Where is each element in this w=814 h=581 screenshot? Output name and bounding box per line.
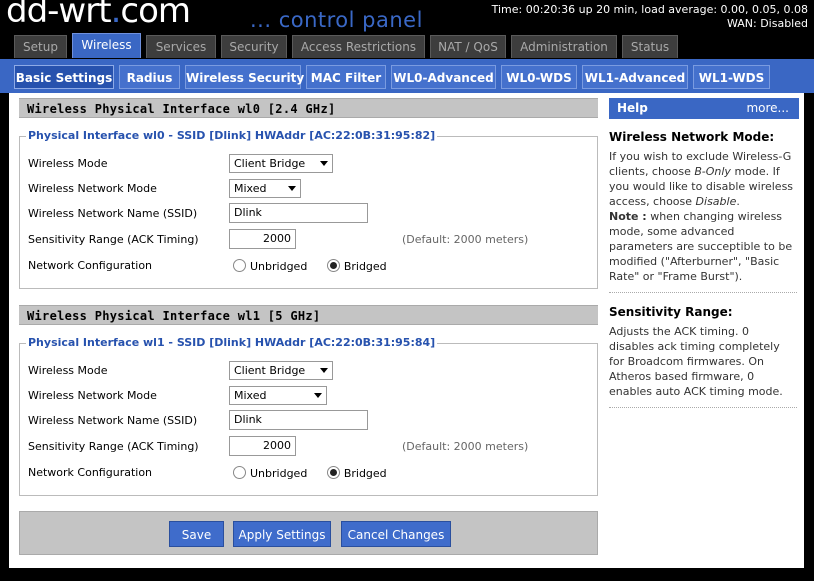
logo-dot: . — [110, 0, 122, 31]
select-value: Mixed — [234, 389, 267, 402]
radio-unbridged-wl0[interactable] — [233, 259, 246, 272]
help-more-link[interactable]: more... — [746, 98, 789, 119]
save-button[interactable]: Save — [169, 521, 224, 547]
sub-nav: Basic Settings Radius Wireless Security … — [0, 59, 814, 93]
help-topic-network-mode: Wireless Network Mode: — [609, 130, 775, 144]
chevron-down-icon — [314, 393, 322, 398]
status-wan: WAN: Disabled — [726, 17, 808, 30]
tab-administration[interactable]: Administration — [511, 35, 617, 58]
section-title-wl0: Wireless Physical Interface wl0 [2.4 GHz… — [19, 98, 598, 118]
radio-unbridged-wl1[interactable] — [233, 466, 246, 479]
router-status: Time: 00:20:36 up 20 min, load average: … — [492, 3, 808, 31]
select-value: Mixed — [234, 182, 267, 195]
chevron-down-icon — [320, 368, 328, 373]
tab-setup[interactable]: Setup — [14, 35, 67, 58]
label-network-config: Network Configuration — [28, 466, 153, 479]
chevron-down-icon — [320, 161, 328, 166]
logo: dd-wrt.com — [6, 0, 191, 31]
sensitivity-default-note: (Default: 2000 meters) — [402, 440, 529, 453]
sensitivity-input-wl1[interactable]: 2000 — [229, 436, 296, 456]
radio-bridged-wl1[interactable] — [326, 466, 340, 479]
subtab-basic-settings[interactable]: Basic Settings — [14, 65, 114, 89]
subtab-mac-filter[interactable]: MAC Filter — [306, 65, 386, 89]
header: dd-wrt.com ... control panel Time: 00:20… — [0, 0, 814, 34]
tab-wireless[interactable]: Wireless — [72, 33, 141, 58]
help-text-em: B-Only — [694, 165, 731, 178]
subtab-wl0-wds[interactable]: WL0-WDS — [501, 65, 577, 89]
label-wireless-mode: Wireless Mode — [28, 157, 108, 170]
tab-services[interactable]: Services — [146, 35, 216, 58]
ssid-input-wl0[interactable]: Dlink — [229, 203, 368, 223]
label-sensitivity: Sensitivity Range (ACK Timing) — [28, 233, 199, 246]
ssid-input-wl1[interactable]: Dlink — [229, 410, 368, 430]
legend-wl0: Physical Interface wl0 - SSID [Dlink] HW… — [26, 129, 438, 142]
network-mode-select-wl1[interactable]: Mixed — [229, 386, 327, 405]
tab-access-restrictions[interactable]: Access Restrictions — [292, 35, 425, 58]
radio-label-bridged: Bridged — [343, 260, 387, 273]
sensitivity-input-wl0[interactable]: 2000 — [229, 229, 296, 249]
legend-wl1: Physical Interface wl1 - SSID [Dlink] HW… — [26, 336, 438, 349]
help-divider — [609, 407, 797, 408]
subtab-wireless-security[interactable]: Wireless Security — [185, 65, 304, 89]
section-title-wl1: Wireless Physical Interface wl1 [5 GHz] — [19, 305, 598, 325]
network-mode-select-wl0[interactable]: Mixed — [229, 179, 301, 198]
radio-label-bridged: Bridged — [343, 467, 387, 480]
help-note-label: Note : — [609, 210, 647, 223]
cancel-changes-button[interactable]: Cancel Changes — [341, 521, 451, 547]
tab-nat-qos[interactable]: NAT / QoS — [430, 35, 506, 58]
select-value: Client Bridge — [234, 157, 306, 170]
header-subtitle: ... control panel — [250, 8, 423, 32]
help-header: Help more... — [609, 98, 799, 119]
label-wireless-mode: Wireless Mode — [28, 364, 108, 377]
label-network-config: Network Configuration — [28, 259, 153, 272]
label-network-mode: Wireless Network Mode — [28, 389, 157, 402]
wireless-mode-select-wl1[interactable]: Client Bridge — [229, 361, 333, 380]
status-uptime: Time: 00:20:36 up 20 min, load average: … — [491, 3, 808, 16]
help-text-sensitivity: Adjusts the ACK timing. 0 disables ack t… — [609, 325, 783, 398]
help-text-em: Disable — [695, 195, 737, 208]
sensitivity-default-note: (Default: 2000 meters) — [402, 233, 529, 246]
help-text-network-mode: If you wish to exclude Wireless-G client… — [609, 149, 797, 284]
radio-bridged-wl0[interactable] — [326, 259, 340, 272]
subtab-wl1-advanced[interactable]: WL1-Advanced — [582, 65, 688, 89]
network-config-radios-wl1: Unbridged Bridged — [233, 466, 403, 480]
radio-label-unbridged: Unbridged — [250, 260, 308, 273]
help-divider — [609, 292, 797, 293]
logo-com: com — [120, 0, 191, 31]
select-value: Client Bridge — [234, 364, 306, 377]
fieldset-wl0: Physical Interface wl0 - SSID [Dlink] HW… — [19, 129, 598, 289]
logo-main: dd-wrt — [6, 0, 112, 31]
label-ssid: Wireless Network Name (SSID) — [28, 207, 198, 220]
button-panel: Save Apply Settings Cancel Changes — [19, 511, 598, 555]
radio-label-unbridged: Unbridged — [250, 467, 308, 480]
wireless-mode-select-wl0[interactable]: Client Bridge — [229, 154, 333, 173]
label-sensitivity: Sensitivity Range (ACK Timing) — [28, 440, 199, 453]
subtab-radius[interactable]: Radius — [119, 65, 180, 89]
main-nav: Setup Wireless Services Security Access … — [0, 33, 814, 59]
fieldset-wl1: Physical Interface wl1 - SSID [Dlink] HW… — [19, 336, 598, 496]
chevron-down-icon — [288, 186, 296, 191]
help-topic-sensitivity: Sensitivity Range: — [609, 305, 733, 319]
network-config-radios-wl0: Unbridged Bridged — [233, 259, 403, 273]
tab-security[interactable]: Security — [221, 35, 287, 58]
subtab-wl0-advanced[interactable]: WL0-Advanced — [391, 65, 496, 89]
label-network-mode: Wireless Network Mode — [28, 182, 157, 195]
help-title: Help — [617, 101, 648, 115]
tab-status[interactable]: Status — [622, 35, 678, 58]
help-text-part: . — [736, 195, 740, 208]
subtab-wl1-wds[interactable]: WL1-WDS — [693, 65, 770, 89]
apply-settings-button[interactable]: Apply Settings — [233, 521, 331, 547]
label-ssid: Wireless Network Name (SSID) — [28, 414, 198, 427]
